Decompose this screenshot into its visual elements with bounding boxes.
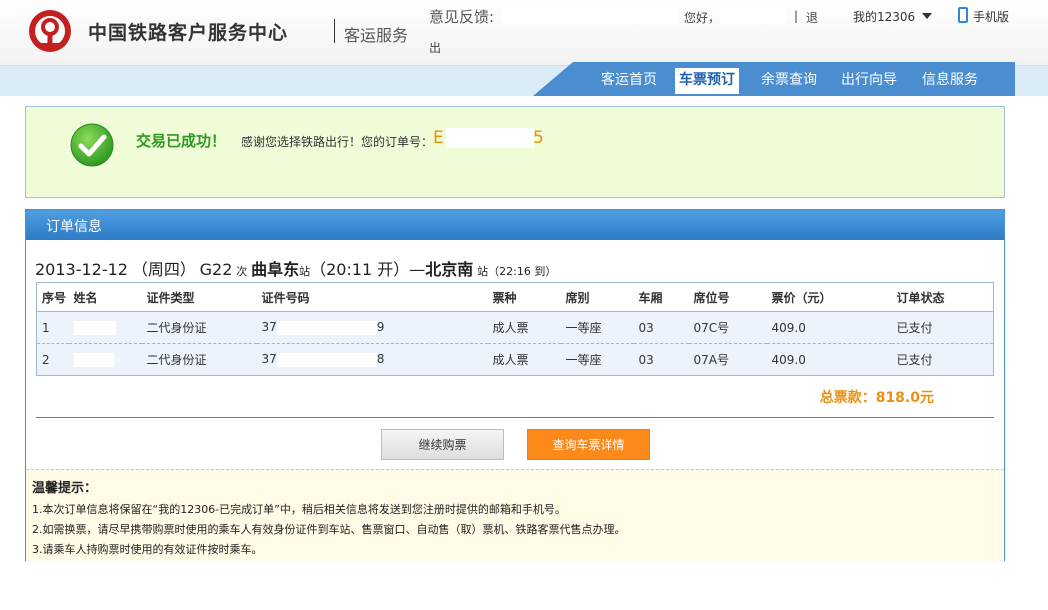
col-header-ticket-type: 票种 bbox=[487, 282, 561, 312]
nav-item-home[interactable]: 客运首页 bbox=[597, 68, 661, 94]
train-suffix: 次 bbox=[236, 265, 248, 278]
cell-id-number: 37 9 bbox=[256, 311, 488, 344]
cell-status: 已支付 bbox=[891, 311, 994, 344]
tips-panel: 温馨提示： 1.本次订单信息将保留在“我的12306-已完成订单”中，稍后相关信… bbox=[26, 469, 1004, 561]
col-header-price: 票价（元） bbox=[766, 282, 892, 312]
cell-name bbox=[68, 311, 142, 344]
to-station: 北京南 bbox=[425, 260, 474, 279]
success-panel: 交易已成功！ 感谢您选择铁路出行！您的订单号： E 5 bbox=[25, 106, 1005, 198]
nav-item-guide[interactable]: 出行向导 bbox=[837, 68, 901, 94]
order-number-redacted bbox=[446, 128, 534, 148]
title-divider bbox=[334, 19, 335, 43]
col-header-seat-class: 席别 bbox=[560, 282, 634, 312]
top-header: 中国铁路客户服务中心 客运服务 意见反馈: 您好， | 退 出 我的12306 … bbox=[0, 0, 1048, 66]
trip-summary: 2013-12-12 （周四） G22 次 曲阜东站（20:11 开）—北京南 … bbox=[35, 256, 556, 280]
cell-seat-class: 一等座 bbox=[560, 311, 634, 344]
cell-id-number: 37 8 bbox=[256, 343, 488, 376]
tip-line: 1.本次订单信息将保留在“我的12306-已完成订单”中，稍后相关信息将发送到您… bbox=[32, 503, 566, 516]
id-suffix: 8 bbox=[376, 352, 385, 367]
id-redacted bbox=[276, 352, 377, 367]
order-panel-title: 订单信息 bbox=[46, 219, 102, 235]
logout-link-wrap[interactable]: 出 bbox=[429, 39, 441, 56]
table-row: 1 二代身份证 37 9 成人票 一等座 03 07C号 409.0 已支付 bbox=[36, 311, 994, 344]
mobile-version-link[interactable]: 手机版 bbox=[973, 8, 1009, 25]
cell-seat-class: 一等座 bbox=[560, 343, 634, 376]
from-station-suffix: 站 bbox=[299, 265, 311, 278]
col-header-id-number: 证件号码 bbox=[256, 282, 488, 312]
my-account-menu[interactable]: 我的12306 bbox=[853, 8, 915, 25]
col-header-car: 车厢 bbox=[633, 282, 689, 312]
id-prefix: 37 bbox=[261, 352, 277, 367]
cell-name bbox=[68, 343, 142, 376]
site-name: 中国铁路客户服务中心 bbox=[88, 22, 289, 44]
feedback-link[interactable]: 意见反馈: bbox=[429, 6, 494, 27]
from-station: 曲阜东 bbox=[251, 260, 300, 279]
railway-logo-icon bbox=[29, 10, 71, 52]
trip-date: 2013-12-12 bbox=[35, 260, 128, 279]
cell-price: 409.0 bbox=[766, 311, 892, 344]
col-header-id-type: 证件类型 bbox=[141, 282, 257, 312]
nav-item-info[interactable]: 信息服务 bbox=[918, 68, 982, 94]
train-number: G22 bbox=[199, 260, 233, 279]
tips-title: 温馨提示： bbox=[32, 481, 98, 496]
success-message: 感谢您选择铁路出行！您的订单号： bbox=[241, 135, 434, 149]
cell-ticket-type: 成人票 bbox=[487, 343, 561, 376]
col-header-name: 姓名 bbox=[68, 282, 142, 312]
to-station-suffix: 站 bbox=[477, 265, 489, 278]
tip-line: 3.请乘车人持购票时使用的有效证件按时乘车。 bbox=[32, 543, 263, 556]
mobile-phone-icon[interactable] bbox=[958, 7, 968, 23]
feedback-redacted bbox=[502, 7, 678, 24]
order-panel-header: 订单信息 bbox=[26, 210, 1004, 240]
trip-weekday: （周四） bbox=[131, 260, 196, 279]
success-title: 交易已成功！ bbox=[136, 132, 227, 150]
cell-price: 409.0 bbox=[766, 343, 892, 376]
id-suffix: 9 bbox=[376, 320, 385, 335]
logout-link[interactable]: 退 bbox=[806, 9, 818, 26]
table-header-row: 序号 姓名 证件类型 证件号码 票种 席别 车厢 席位号 票价（元） 订单状态 bbox=[36, 282, 994, 312]
table-row: 2 二代身份证 37 8 成人票 一等座 03 07A号 409.0 已支付 bbox=[36, 343, 994, 376]
cell-seat: 07A号 bbox=[688, 343, 767, 376]
name-redacted bbox=[73, 320, 116, 335]
nav-item-booking[interactable]: 车票预订 bbox=[675, 68, 739, 94]
name-redacted bbox=[73, 352, 114, 367]
cell-no: 1 bbox=[36, 311, 69, 344]
cell-no: 2 bbox=[36, 343, 69, 376]
order-panel: 订单信息 2013-12-12 （周四） G22 次 曲阜东站（20:11 开）… bbox=[25, 209, 1005, 561]
col-header-status: 订单状态 bbox=[891, 282, 994, 312]
order-number-suffix: 5 bbox=[533, 128, 544, 148]
greeting-text: 您好， bbox=[684, 11, 721, 25]
col-header-seat: 席位号 bbox=[688, 282, 767, 312]
cell-car: 03 bbox=[633, 343, 689, 376]
cell-seat: 07C号 bbox=[688, 311, 767, 344]
trip-dash: — bbox=[409, 260, 426, 279]
id-redacted bbox=[276, 320, 377, 335]
header-separator: | bbox=[794, 9, 799, 23]
username-redacted bbox=[720, 8, 786, 24]
cell-status: 已支付 bbox=[891, 343, 994, 376]
ticket-table: 序号 姓名 证件类型 证件号码 票种 席别 车厢 席位号 票价（元） 订单状态 … bbox=[36, 282, 994, 376]
order-number-prefix: E bbox=[433, 128, 444, 148]
checkmark-icon bbox=[70, 123, 114, 167]
site-subtitle: 客运服务 bbox=[344, 26, 409, 45]
ticket-detail-button[interactable]: 查询车票详情 bbox=[527, 429, 650, 460]
continue-booking-button[interactable]: 继续购票 bbox=[381, 429, 504, 460]
id-prefix: 37 bbox=[261, 320, 277, 335]
total-amount: 总票款：818.0元 bbox=[819, 390, 934, 406]
cell-ticket-type: 成人票 bbox=[487, 311, 561, 344]
arrive-time: （22:16 到） bbox=[488, 265, 557, 278]
nav-item-remaining[interactable]: 余票查询 bbox=[757, 68, 821, 94]
chevron-down-icon[interactable] bbox=[922, 13, 932, 19]
cell-id-type: 二代身份证 bbox=[141, 343, 257, 376]
cell-car: 03 bbox=[633, 311, 689, 344]
depart-time: （20:11 开） bbox=[310, 260, 410, 279]
divider bbox=[36, 417, 994, 418]
cell-id-type: 二代身份证 bbox=[141, 311, 257, 344]
col-header-no: 序号 bbox=[36, 282, 69, 312]
tip-line: 2.如需换票，请尽早携带购票时使用的乘车人有效身份证件到车站、售票窗口、自动售（… bbox=[32, 523, 626, 536]
